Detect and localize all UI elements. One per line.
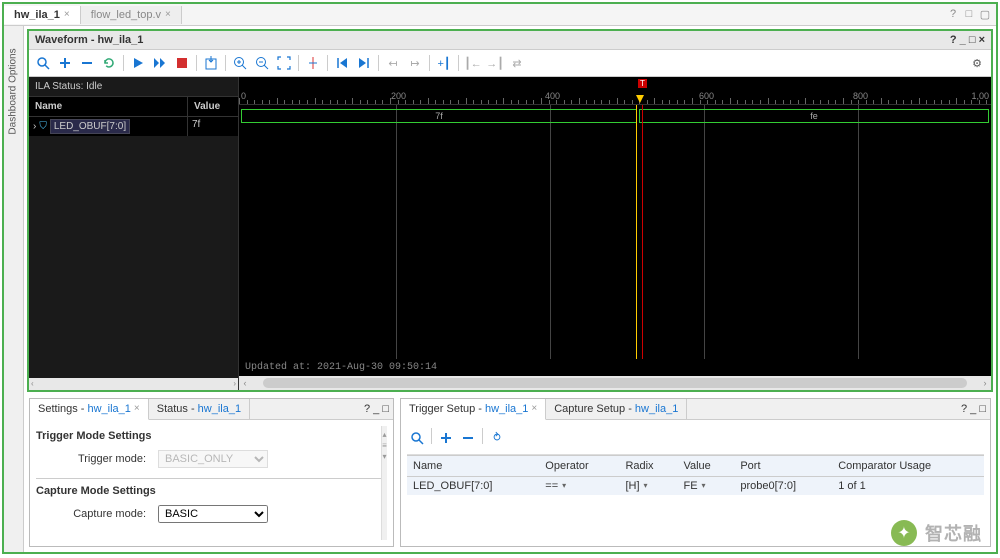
chevron-down-icon: ▾: [562, 481, 566, 490]
cell-name: LED_OBUF[7:0]: [407, 476, 539, 495]
close-icon[interactable]: ×: [134, 403, 140, 414]
prev-edge-icon[interactable]: ↤: [383, 53, 403, 73]
signal-name: LED_OBUF[7:0]: [50, 119, 130, 134]
restore-icon[interactable]: □: [962, 8, 976, 21]
chevron-down-icon: ▾: [644, 481, 648, 490]
capture-mode-select[interactable]: BASIC: [158, 505, 268, 523]
tab-status[interactable]: Status - hw_ila_1: [149, 399, 250, 419]
hscroll[interactable]: ‹›: [29, 378, 238, 390]
first-icon[interactable]: [332, 53, 352, 73]
update-timestamp: Updated at: 2021-Aug-30 09:50:14: [239, 359, 991, 376]
help-icon[interactable]: ?: [961, 403, 967, 415]
zoom-in-icon[interactable]: [230, 53, 250, 73]
cell-port: probe0[7:0]: [734, 476, 832, 495]
prev-marker-icon[interactable]: ┃←: [463, 53, 483, 73]
help-icon[interactable]: ?: [364, 403, 370, 415]
wechat-icon: ✦: [891, 520, 917, 546]
th-usage[interactable]: Comparator Usage: [832, 455, 984, 476]
th-name[interactable]: Name: [407, 455, 539, 476]
probe-icon: ⛉: [39, 121, 47, 132]
help-icon[interactable]: ?: [950, 34, 957, 46]
run-icon[interactable]: [128, 53, 148, 73]
next-marker-icon[interactable]: →┃: [485, 53, 505, 73]
col-value[interactable]: Value: [188, 97, 238, 116]
goto-cursor-icon[interactable]: [303, 53, 323, 73]
restore-icon[interactable]: □: [969, 34, 976, 46]
waveform-panel: Waveform - hw_ila_1 ? _ □ ×: [27, 29, 993, 392]
section-title: Capture Mode Settings: [36, 485, 381, 497]
col-name[interactable]: Name: [29, 97, 188, 116]
zoom-out-icon[interactable]: [252, 53, 272, 73]
trigger-mode-label: Trigger mode:: [56, 453, 146, 465]
last-icon[interactable]: [354, 53, 374, 73]
panel-title: Waveform - hw_ila_1: [35, 34, 143, 46]
th-value[interactable]: Value: [677, 455, 734, 476]
close-icon[interactable]: ×: [64, 9, 70, 20]
tab-settings[interactable]: Settings - hw_ila_1 ×: [30, 399, 149, 420]
capture-mode-label: Capture mode:: [56, 508, 146, 520]
close-icon[interactable]: ×: [979, 34, 985, 46]
cell-usage: 1 of 1: [832, 476, 984, 495]
remove-icon[interactable]: [77, 53, 97, 73]
th-port[interactable]: Port: [734, 455, 832, 476]
tab-trigger-setup[interactable]: Trigger Setup - hw_ila_1 ×: [401, 399, 546, 420]
th-radix[interactable]: Radix: [619, 455, 677, 476]
refresh-icon[interactable]: [99, 53, 119, 73]
waveform-canvas[interactable]: 7f fe: [239, 105, 991, 359]
tab-label: flow_led_top.v: [91, 9, 161, 21]
stop-icon[interactable]: [172, 53, 192, 73]
tab-label: hw_ila_1: [14, 9, 60, 21]
trigger-mode-select[interactable]: BASIC_ONLY: [158, 450, 268, 468]
swap-marker-icon[interactable]: ⇄: [507, 53, 527, 73]
maximize-icon[interactable]: □: [979, 403, 986, 415]
gear-icon[interactable]: ⚙: [967, 53, 987, 73]
maximize-icon[interactable]: ▢: [978, 8, 992, 21]
signal-row[interactable]: › ⛉ LED_OBUF[7:0] 7f: [29, 117, 238, 136]
minimize-icon[interactable]: _: [373, 403, 379, 415]
tab-hw-ila[interactable]: hw_ila_1 ×: [4, 6, 81, 24]
splitter[interactable]: ▴≡▾: [381, 426, 387, 540]
cell-operator[interactable]: ==▾: [539, 476, 619, 495]
trigger-marker-icon[interactable]: T: [638, 79, 647, 88]
hscroll[interactable]: ‹›: [239, 376, 991, 390]
add-icon[interactable]: [55, 53, 75, 73]
add-icon[interactable]: [436, 428, 456, 448]
settings-panel: Settings - hw_ila_1 × Status - hw_ila_1 …: [29, 398, 394, 547]
dashboard-options-sidebar[interactable]: Dashboard Options: [4, 26, 24, 552]
help-icon[interactable]: ?: [946, 8, 960, 21]
run-all-icon[interactable]: [150, 53, 170, 73]
zoom-fit-icon[interactable]: [274, 53, 294, 73]
add-marker-icon[interactable]: +┃: [434, 53, 454, 73]
minimize-icon[interactable]: _: [970, 403, 976, 415]
table-row[interactable]: LED_OBUF[7:0] ==▾ [H]▾ FE▾ probe0[7:0] 1…: [407, 476, 984, 495]
options-icon[interactable]: ⥁: [487, 428, 507, 448]
search-icon[interactable]: [33, 53, 53, 73]
cell-radix[interactable]: [H]▾: [619, 476, 677, 495]
tab-flow-led[interactable]: flow_led_top.v ×: [81, 6, 182, 24]
close-icon[interactable]: ×: [165, 9, 171, 20]
minimize-icon[interactable]: _: [960, 34, 966, 46]
chevron-down-icon: ▾: [702, 481, 706, 490]
signal-value: 7f: [188, 117, 238, 136]
export-icon[interactable]: [201, 53, 221, 73]
sidebar-label: Dashboard Options: [8, 48, 19, 134]
maximize-icon[interactable]: □: [382, 403, 389, 415]
close-icon[interactable]: ×: [531, 403, 537, 414]
next-edge-icon[interactable]: ↦: [405, 53, 425, 73]
time-ruler[interactable]: T 0 200 400 600 800 1,00: [239, 77, 991, 105]
section-title: Trigger Mode Settings: [36, 430, 381, 442]
expand-icon[interactable]: ›: [33, 121, 36, 132]
search-icon[interactable]: [407, 428, 427, 448]
ila-status: ILA Status: Idle: [29, 77, 238, 97]
watermark: ✦ 智芯融: [891, 520, 982, 546]
remove-icon[interactable]: [458, 428, 478, 448]
th-operator[interactable]: Operator: [539, 455, 619, 476]
cell-value[interactable]: FE▾: [677, 476, 734, 495]
tab-capture-setup[interactable]: Capture Setup - hw_ila_1: [546, 399, 687, 419]
